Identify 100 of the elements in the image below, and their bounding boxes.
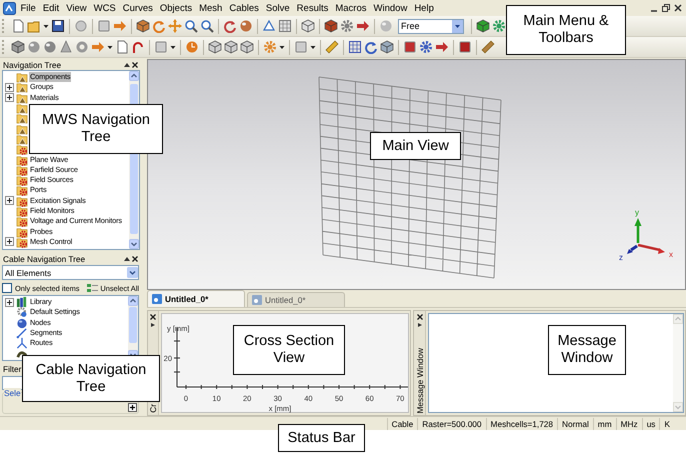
callout-tooltip: Message Window [548, 325, 626, 375]
menu-item[interactable]: Curves [119, 2, 156, 14]
torus-icon[interactable] [75, 40, 89, 54]
circular-arrow-icon[interactable] [364, 40, 378, 54]
menu-item[interactable]: Results [293, 2, 332, 14]
close-icon[interactable] [132, 256, 138, 262]
zoom-icon[interactable] [200, 19, 214, 33]
cube-icon[interactable] [11, 40, 25, 54]
expand-icon[interactable] [5, 82, 14, 92]
arrow-icon[interactable] [435, 40, 449, 54]
menu-item[interactable]: WCS [90, 2, 120, 14]
close-icon[interactable] [150, 314, 156, 320]
sphere-icon[interactable] [239, 19, 253, 33]
pin-icon[interactable] [124, 256, 130, 262]
circular-arrow-icon[interactable] [223, 19, 237, 33]
status-field: Raster=500.000 [417, 418, 486, 430]
expand-icon[interactable] [128, 403, 137, 412]
cube-icon[interactable] [380, 40, 394, 54]
x-axis-arrow [638, 244, 665, 254]
gear-icon[interactable] [419, 40, 433, 54]
group-label: Sele [4, 388, 21, 398]
restore-icon[interactable] [661, 3, 671, 13]
arc-icon[interactable] [131, 40, 145, 54]
pin-icon[interactable] [418, 323, 422, 327]
scroll-up-icon[interactable] [129, 71, 139, 81]
zoom-icon[interactable] [184, 19, 198, 33]
filter-label: Filter [3, 364, 22, 374]
callout-tooltip: Cross Section View [233, 325, 345, 375]
document-tab[interactable]: Untitled_0* [247, 292, 345, 307]
folder-icon [16, 226, 28, 238]
folder-icon [16, 194, 28, 207]
checkbox[interactable] [2, 283, 12, 293]
status-field: K [659, 418, 674, 430]
y-axis-arrow [634, 218, 642, 243]
status-field: us [642, 418, 660, 430]
menu-item[interactable]: Objects [156, 2, 196, 14]
menu-item[interactable]: Help [410, 2, 438, 14]
expand-icon[interactable] [5, 298, 14, 307]
close-icon[interactable] [132, 62, 138, 68]
grid-icon[interactable] [348, 40, 362, 54]
grid-icon[interactable] [278, 19, 292, 33]
menu-item[interactable]: Mesh [196, 2, 226, 14]
ruler-icon[interactable] [481, 40, 495, 54]
folder-icon [16, 174, 28, 186]
mode-combo[interactable]: Free [398, 18, 464, 34]
cone-icon[interactable] [59, 40, 73, 54]
cube-icon[interactable] [476, 19, 490, 33]
clock-icon[interactable] [185, 40, 199, 54]
square-icon[interactable] [458, 40, 472, 54]
status-field: Meshcells=1,728 [486, 418, 558, 430]
cube-icon[interactable] [324, 19, 338, 33]
menu-item[interactable]: Cables [226, 2, 262, 14]
pin-icon[interactable] [124, 62, 130, 68]
circle-icon[interactable] [74, 19, 88, 33]
sphere-icon[interactable] [43, 40, 57, 54]
menu-item[interactable]: File [17, 2, 40, 14]
app-icon[interactable] [3, 2, 16, 14]
callout-tooltip: Status Bar [278, 424, 365, 452]
cube-icon[interactable] [136, 19, 150, 33]
folder-icon [16, 205, 28, 218]
square-icon[interactable] [97, 19, 111, 33]
expand-icon[interactable] [5, 93, 14, 102]
axis-label: y [635, 208, 639, 217]
close-icon[interactable] [416, 314, 422, 320]
scroll-down-icon[interactable] [129, 239, 139, 249]
square-icon[interactable] [403, 40, 417, 54]
arrow-icon[interactable] [113, 19, 127, 33]
dropdown-icon[interactable] [127, 267, 138, 278]
cube-icon[interactable] [240, 40, 254, 54]
folder-icon [16, 81, 28, 94]
pin-icon[interactable] [151, 323, 155, 327]
filter-combo[interactable]: All Elements [2, 265, 139, 280]
expand-icon[interactable] [5, 237, 14, 246]
triangle-icon[interactable] [262, 19, 276, 33]
document-tab[interactable]: Untitled_0* [147, 290, 245, 307]
scroll-up-icon[interactable] [128, 296, 138, 306]
document-icon[interactable] [115, 40, 129, 54]
gear-icon [16, 306, 28, 318]
menu-item[interactable]: Solve [262, 2, 294, 14]
folder-icon [16, 102, 28, 114]
arrow-icon[interactable] [356, 19, 370, 33]
dropdown-icon[interactable] [452, 20, 463, 32]
line-icon [16, 327, 28, 340]
axis-label: z [619, 253, 623, 262]
callout-tooltip: Cable Navigation Tree [22, 355, 160, 402]
cube-icon[interactable] [208, 40, 222, 54]
panel-title: Navigation Tree [3, 60, 62, 70]
ruler-icon[interactable] [325, 40, 339, 54]
menu-item[interactable]: View [62, 2, 90, 14]
menu-item[interactable]: Edit [39, 2, 63, 14]
menu-item[interactable]: Window [370, 2, 411, 14]
menu-item[interactable]: Macros [332, 2, 370, 14]
cube-icon[interactable] [301, 19, 315, 33]
cube-icon[interactable] [224, 40, 238, 54]
folder-icon [16, 215, 28, 228]
document-icon[interactable] [11, 19, 25, 33]
close-icon[interactable] [673, 3, 683, 13]
folder-icon [16, 143, 28, 156]
scroll-thumb[interactable] [129, 307, 137, 343]
expand-icon[interactable] [5, 196, 14, 206]
